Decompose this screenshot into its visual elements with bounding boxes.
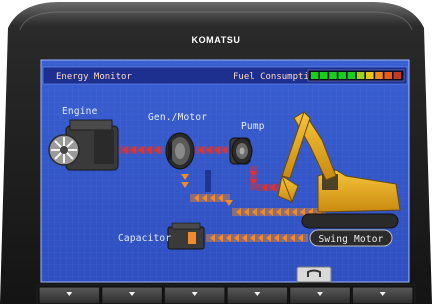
function-key-f1[interactable]	[38, 286, 101, 304]
fuel-gauge-segment	[393, 72, 402, 79]
page-title: Energy Monitor	[56, 72, 132, 82]
capacitor-label: Capacitor	[118, 233, 171, 244]
flow-engine-to-generator	[118, 146, 164, 154]
generator-motor-icon	[165, 132, 195, 170]
fuel-gauge-segment	[366, 72, 374, 79]
fuel-consumption-label: Fuel Consumption	[233, 72, 320, 82]
capacitor-icon	[167, 222, 205, 250]
pump-label: Pump	[241, 121, 265, 132]
fuel-gauge-segment	[320, 72, 328, 79]
monitor-device: KOMATSU Energy Monitor Fuel Consumption	[0, 2, 432, 304]
header-bar: Energy Monitor Fuel Consumption	[42, 66, 408, 85]
fuel-gauge-segment	[375, 72, 383, 79]
gen-motor-label: Gen./Motor	[148, 112, 207, 123]
flow-capacitor-to-swing	[206, 234, 308, 242]
function-key-row	[36, 284, 416, 304]
brand-logo: KOMATSU	[191, 35, 240, 45]
fuel-gauge-segment	[310, 72, 319, 79]
fuel-gauge-segment	[338, 72, 346, 79]
fuel-gauge-segment	[356, 72, 365, 79]
fuel-gauge-segment	[384, 72, 392, 79]
function-key-f2[interactable]	[101, 286, 163, 304]
function-key-f4[interactable]	[226, 286, 289, 304]
fuel-consumption-gauge	[307, 69, 405, 82]
pump-icon	[229, 137, 253, 165]
engine-label: Engine	[62, 106, 98, 117]
return-button[interactable]	[296, 266, 332, 283]
function-key-f5[interactable]	[289, 286, 351, 304]
function-key-f3[interactable]	[163, 286, 226, 304]
function-key-f6[interactable]	[351, 286, 414, 304]
flow-generator-to-pump	[194, 146, 228, 154]
swing-motor-label: Swing Motor	[318, 234, 383, 245]
fuel-gauge-segment	[329, 72, 337, 79]
screen	[40, 59, 410, 283]
fuel-gauge-segment	[347, 72, 356, 79]
swing-motor-badge: Swing Motor	[309, 229, 393, 247]
